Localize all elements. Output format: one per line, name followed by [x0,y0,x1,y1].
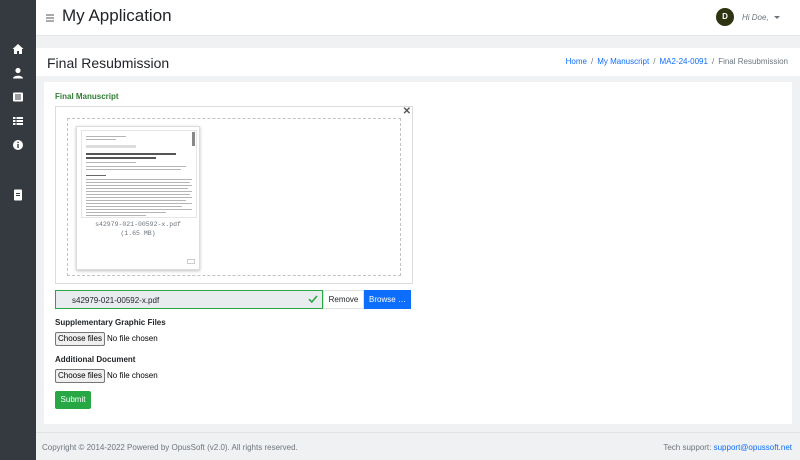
file-drop-zone[interactable]: s42979-021-00592-x.pdf (1.65 MB) [67,118,401,276]
supplementary-files-label: Supplementary Graphic Files [55,318,166,327]
home-icon[interactable] [11,42,25,56]
thumbnail-file-name: s42979-021-00592-x.pdf [95,221,181,228]
main-content: Final Manuscript ✕ s42979-021-00592-x.pd… [44,82,792,424]
file-preview-thumbnail: s42979-021-00592-x.pdf (1.65 MB) [76,126,200,270]
file-caption[interactable]: s42979-021-00592-x.pdf [55,290,323,309]
file-caption-name: s42979-021-00592-x.pdf [72,296,160,305]
final-manuscript-label: Final Manuscript [55,92,119,101]
page-title: Final Resubmission [47,55,170,71]
supplementary-choose-files-button[interactable]: Choose files [55,332,105,346]
additional-choose-files-button[interactable]: Choose files [55,369,105,383]
list-icon[interactable] [11,114,25,128]
additional-document-label: Additional Document [55,355,136,364]
copyright-text: Copyright © 2014-2022 Powered by OpusSof… [42,443,298,452]
breadcrumb-current: Final Resubmission [718,57,788,66]
check-icon [308,295,318,304]
app-title: My Application [62,6,172,25]
breadcrumb-my-manuscript[interactable]: My Manuscript [597,57,649,66]
supplementary-file-status: No file chosen [107,334,158,343]
user-greeting[interactable]: Hi Doe, [742,13,769,22]
submit-button[interactable]: Submit [55,391,91,409]
remove-button[interactable]: Remove [323,290,364,309]
user-icon[interactable] [11,66,25,80]
breadcrumb-home[interactable]: Home [566,57,587,66]
pdf-preview-image [81,130,197,218]
browse-button[interactable]: Browse … [364,290,411,309]
file-preview-panel: ✕ s42979-021-00592-x.pdf (1.65 MB) [55,106,413,284]
additional-file-status: No file chosen [107,371,158,380]
support-label: Tech support: [663,443,712,452]
breadcrumb-manuscript-id[interactable]: MA2-24-0091 [659,57,707,66]
top-navbar: My Application D Hi Doe, [36,0,800,36]
support-email-link[interactable]: support@opussoft.net [714,443,792,452]
close-icon[interactable]: ✕ [403,107,411,117]
sidebar [0,0,36,460]
avatar[interactable]: D [716,8,734,26]
page-header: Final Resubmission Home / My Manuscript / MA… [36,48,800,76]
id-card-icon[interactable] [11,188,25,202]
footer: Copyright © 2014-2022 Powered by OpusSof… [36,432,800,460]
tech-support: Tech support: support@opussoft.net [663,443,792,452]
file-input-group: s42979-021-00592-x.pdf Remove Browse … [55,290,411,309]
info-icon[interactable] [11,138,25,152]
breadcrumb: Home / My Manuscript / MA2-24-0091/Final Res… [565,57,788,66]
thumbnail-file-size: (1.65 MB) [120,230,156,237]
list-alt-icon[interactable] [11,90,25,104]
hamburger-menu-icon[interactable] [46,14,54,22]
chevron-down-icon[interactable] [774,16,780,19]
zoom-icon[interactable] [187,259,195,264]
